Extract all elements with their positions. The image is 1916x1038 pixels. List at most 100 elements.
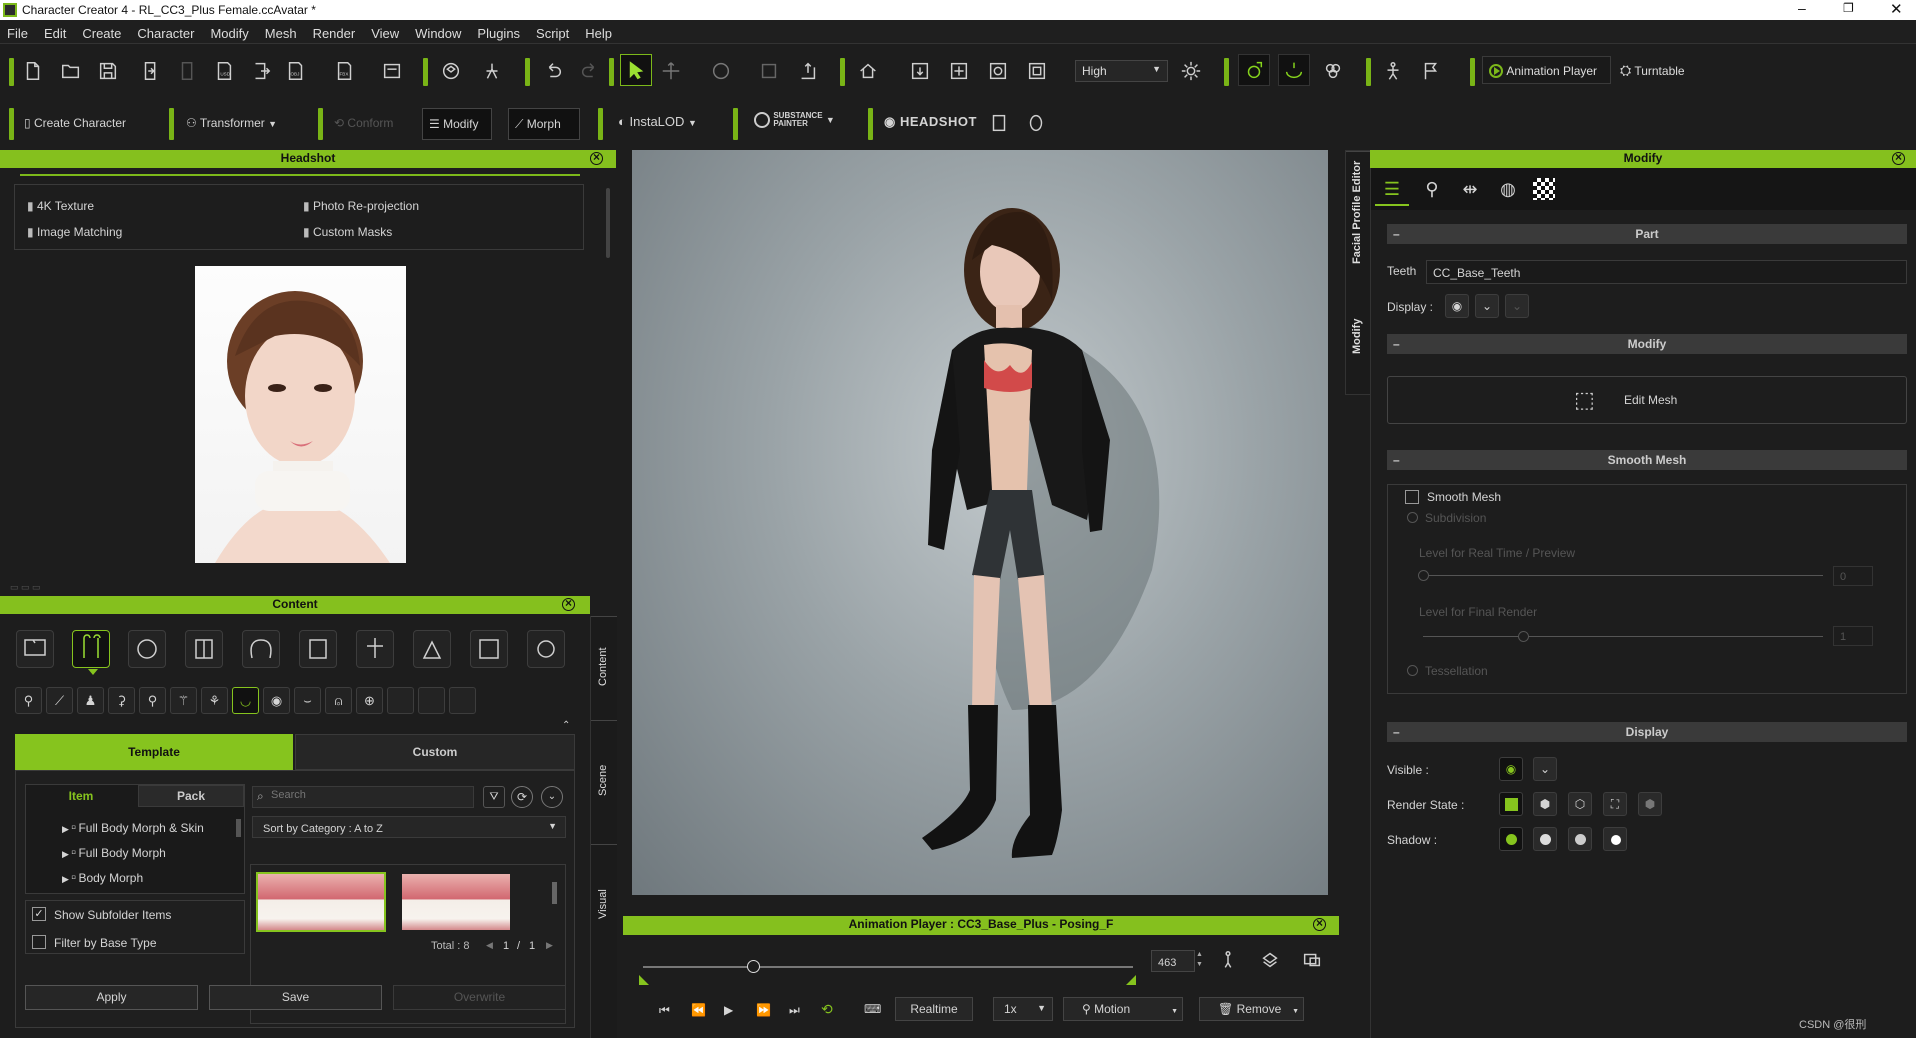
close-panel-icon[interactable] bbox=[562, 595, 575, 612]
empty-slot-icon[interactable] bbox=[449, 687, 476, 714]
tab-attributes-icon[interactable]: ☰ bbox=[1375, 172, 1409, 206]
restore-icon[interactable]: ❐ bbox=[1843, 1, 1854, 15]
headshot-button[interactable]: ◉ HEADSHOT bbox=[884, 114, 977, 130]
full-body-icon[interactable]: ⚲ bbox=[15, 687, 42, 714]
menu-render[interactable]: Render bbox=[313, 26, 356, 41]
play-icon[interactable]: ▶ bbox=[724, 1003, 733, 1017]
animation-player-button[interactable]: Animation Player bbox=[1482, 56, 1611, 84]
modify-section-header[interactable]: – Modify bbox=[1387, 334, 1907, 354]
empty-slot-icon[interactable] bbox=[387, 687, 414, 714]
fbx-export-icon[interactable]: FBX bbox=[334, 60, 356, 82]
headshot-scrollbar[interactable] bbox=[606, 188, 610, 258]
batch-export-icon[interactable] bbox=[381, 60, 403, 82]
select-tool-icon[interactable] bbox=[620, 54, 652, 86]
frame-selected-icon[interactable] bbox=[909, 60, 931, 82]
follow-camera-icon[interactable] bbox=[1278, 54, 1310, 86]
menu-mesh[interactable]: Mesh bbox=[265, 26, 297, 41]
frame-stepper[interactable]: ▲ ▼ bbox=[1196, 950, 1203, 970]
menu-edit[interactable]: Edit bbox=[44, 26, 66, 41]
subfolder-option[interactable]: ✓ Show Subfolder Items Filter by Base Ty… bbox=[25, 900, 245, 954]
edit-mesh-button[interactable]: ⬚ Edit Mesh bbox=[1387, 376, 1907, 424]
motion-button[interactable]: ⚲ Motion ▼ bbox=[1063, 997, 1183, 1021]
display-section-header[interactable]: – Display bbox=[1387, 722, 1907, 742]
tab-custom[interactable]: Custom bbox=[295, 734, 575, 770]
substance-painter-button[interactable]: SUBSTANCE PAINTER ▼ bbox=[754, 112, 835, 138]
tree-item[interactable]: ▶ ⸋ Full Body Morph & Skin bbox=[62, 821, 204, 835]
home-view-icon[interactable] bbox=[857, 60, 879, 82]
smooth-mesh-checkbox[interactable] bbox=[1405, 490, 1419, 504]
remove-button[interactable]: 🗑 Remove ▼ bbox=[1199, 997, 1304, 1021]
subtab-pack[interactable]: Pack bbox=[138, 785, 244, 807]
shadow-none-icon[interactable] bbox=[1603, 827, 1627, 851]
tree-item[interactable]: ▶ ⸋ Full Body Morph bbox=[62, 846, 166, 860]
menu-help[interactable]: Help bbox=[585, 26, 612, 41]
menu-modify[interactable]: Modify bbox=[210, 26, 248, 41]
tree-item[interactable]: ▶ ⸋ Body Morph bbox=[62, 871, 143, 885]
loop-icon[interactable]: ⟲ bbox=[821, 1001, 833, 1018]
render-shaded-icon[interactable] bbox=[1499, 792, 1523, 816]
apply-button[interactable]: Apply bbox=[25, 985, 198, 1010]
viewport-layout-small-icon[interactable] bbox=[1301, 949, 1323, 971]
menu-window[interactable]: Window bbox=[415, 26, 461, 41]
import-icon[interactable] bbox=[140, 60, 162, 82]
light-icon[interactable] bbox=[1180, 60, 1202, 82]
timeline-track[interactable] bbox=[643, 966, 1133, 968]
leg-icon[interactable]: ⚚ bbox=[170, 687, 197, 714]
obj-export-icon[interactable]: OBJ bbox=[285, 60, 307, 82]
quality-dropdown[interactable]: High ▼ bbox=[1075, 60, 1168, 82]
scale-tool-icon[interactable] bbox=[758, 60, 780, 82]
menu-script[interactable]: Script bbox=[536, 26, 569, 41]
realtime-button[interactable]: Realtime bbox=[895, 997, 973, 1021]
headshot-mask-icon[interactable] bbox=[1025, 112, 1047, 134]
camera-view-icon[interactable] bbox=[987, 60, 1009, 82]
torso-icon[interactable]: ⚳ bbox=[108, 687, 135, 714]
minimize-icon[interactable]: – bbox=[1798, 0, 1806, 16]
eye-icon[interactable]: ◉ bbox=[1445, 294, 1469, 318]
save-icon[interactable] bbox=[97, 60, 119, 82]
render-solid-icon[interactable]: ⬢ bbox=[1533, 792, 1557, 816]
hidden-eye-icon[interactable]: ⌄ bbox=[1533, 757, 1557, 781]
open-folder-icon[interactable] bbox=[60, 60, 82, 82]
morph-button[interactable]: ⟋ Morph bbox=[508, 108, 580, 140]
ik-toggle-icon[interactable] bbox=[1217, 949, 1239, 971]
render-wire-icon[interactable]: ⬡ bbox=[1568, 792, 1592, 816]
collapse-icon[interactable]: ⌃ bbox=[562, 720, 570, 731]
tree-scrollbar[interactable] bbox=[236, 819, 241, 837]
skip-to-start-icon[interactable]: ⏮ bbox=[659, 1003, 670, 1018]
show-subfolder-checkbox[interactable]: ✓ bbox=[32, 907, 46, 921]
menu-create[interactable]: Create bbox=[82, 26, 121, 41]
head-icon[interactable]: ♟ bbox=[77, 687, 104, 714]
range-end-marker[interactable] bbox=[1126, 975, 1136, 985]
refresh-icon[interactable]: ⟳ bbox=[511, 786, 533, 808]
tab-material-icon[interactable]: ◍ bbox=[1491, 172, 1525, 206]
shadow-receive-icon[interactable] bbox=[1568, 827, 1592, 851]
new-file-icon[interactable] bbox=[22, 60, 44, 82]
range-start-marker[interactable] bbox=[639, 975, 649, 985]
modify-button[interactable]: ☰ Modify bbox=[422, 108, 492, 140]
tab-facial-profile-editor[interactable]: Facial Profile Editor bbox=[1346, 151, 1370, 273]
tab-template[interactable]: Template bbox=[15, 734, 293, 770]
flag-icon[interactable] bbox=[1420, 60, 1442, 82]
options-icon[interactable]: ⌄ bbox=[541, 786, 563, 808]
wireframe-icon[interactable]: ⌄ bbox=[1475, 294, 1499, 318]
usd-export-icon[interactable]: USD bbox=[213, 60, 235, 82]
next-page-icon[interactable]: ▶ bbox=[546, 940, 553, 951]
move-tool-icon[interactable] bbox=[660, 60, 682, 82]
shadow-cast-receive-icon[interactable] bbox=[1499, 827, 1523, 851]
sort-dropdown[interactable]: Sort by Category : A to Z ▼ bbox=[252, 816, 566, 838]
character-creator-icon[interactable] bbox=[481, 60, 503, 82]
speed-dropdown[interactable]: 1x ▼ bbox=[993, 997, 1053, 1021]
smart-gallery-icon[interactable] bbox=[440, 60, 462, 82]
skip-to-end-icon[interactable]: ⏭ bbox=[789, 1003, 800, 1018]
part-section-header[interactable]: – Part bbox=[1387, 224, 1907, 244]
filter-base-checkbox[interactable] bbox=[32, 935, 46, 949]
create-character-button[interactable]: ▯ Create Character bbox=[24, 116, 126, 130]
side-tab-content[interactable]: Content bbox=[591, 616, 617, 716]
gizmo-toggle-icon[interactable] bbox=[1238, 54, 1270, 86]
frame-input[interactable]: 463 bbox=[1151, 950, 1195, 972]
export-icon[interactable] bbox=[250, 60, 272, 82]
tab-texture-icon[interactable] bbox=[1533, 178, 1555, 200]
teeth-thumbnail-selected[interactable] bbox=[256, 872, 386, 932]
empty-slot-icon[interactable] bbox=[418, 687, 445, 714]
headshot-sub-icon[interactable] bbox=[988, 112, 1010, 134]
